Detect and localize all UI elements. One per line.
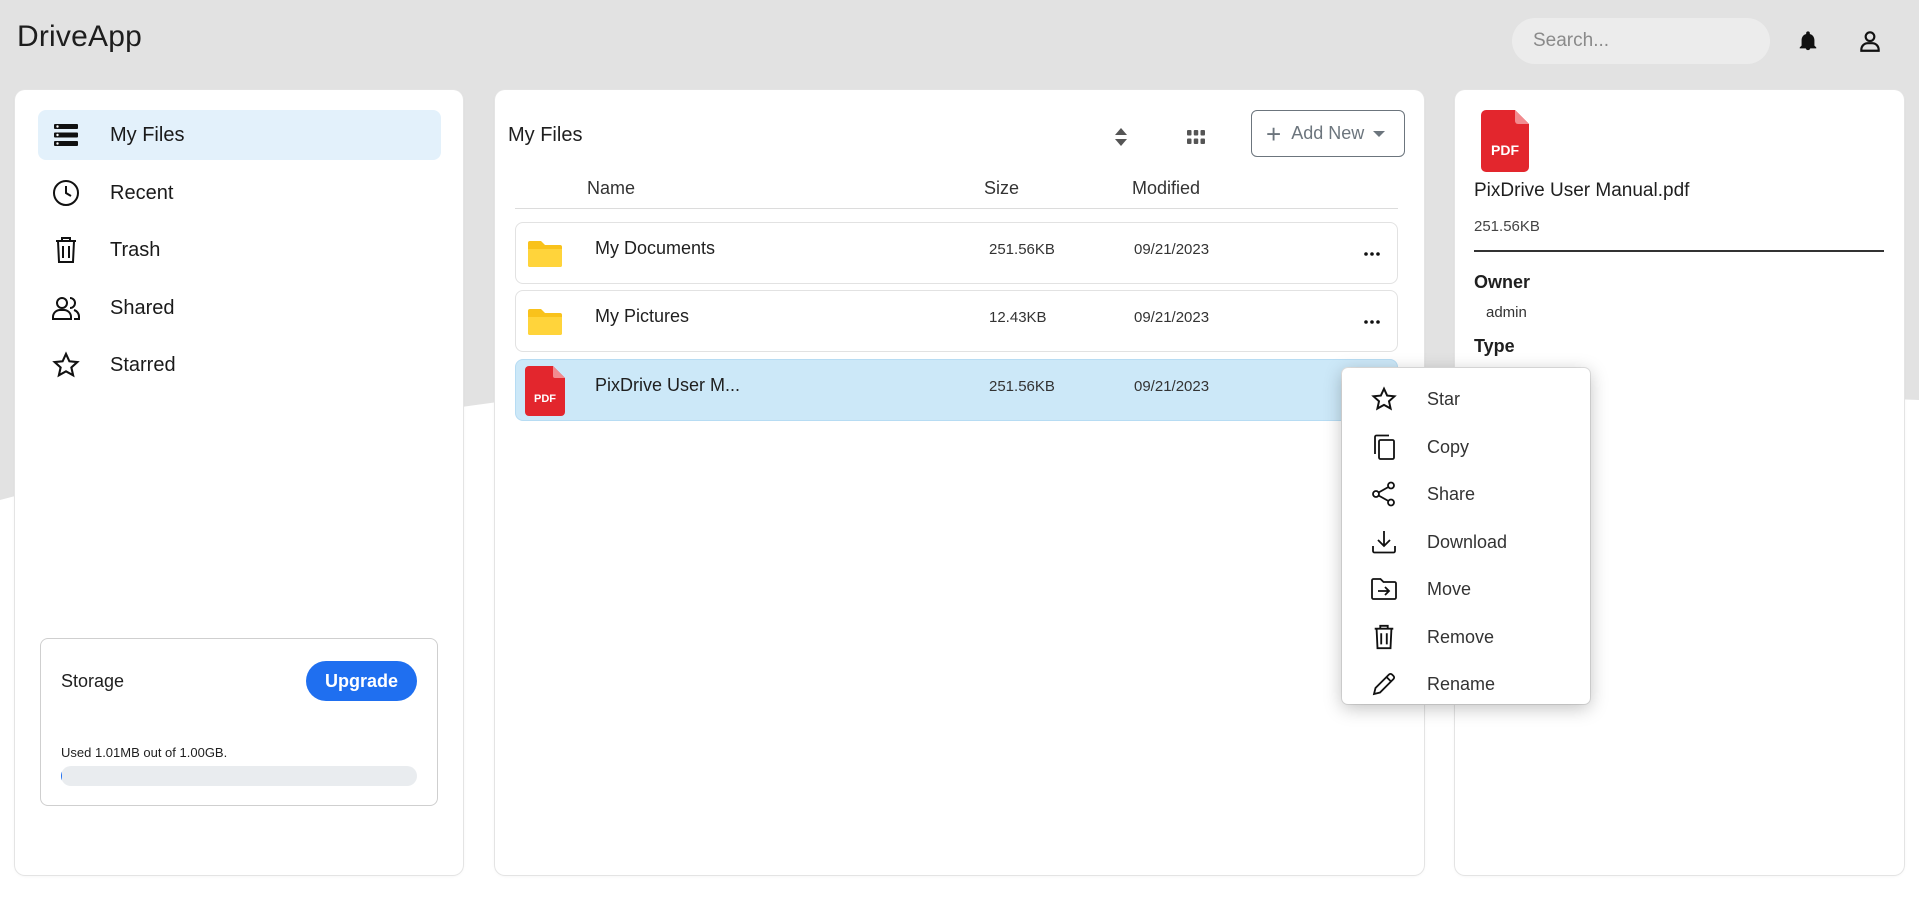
menu-item-star[interactable]: Star: [1342, 377, 1590, 421]
menu-item-label: Remove: [1427, 626, 1495, 647]
add-new-label: Add New: [1291, 123, 1365, 143]
details-file-size: 251.56KB: [1474, 218, 1540, 235]
file-row-my-documents[interactable]: My Documents 251.56KB 09/21/2023: [515, 222, 1398, 284]
page-title: My Files: [508, 124, 583, 146]
top-bar: DriveApp: [0, 0, 1919, 80]
storage-panel: Storage Upgrade Used 1.01MB out of 1.00G…: [40, 638, 438, 806]
user-icon[interactable]: [1855, 26, 1885, 56]
file-modified: 09/21/2023: [1134, 309, 1210, 326]
pdf-file-icon: PDF: [1481, 110, 1529, 177]
file-modified: 09/21/2023: [1134, 378, 1210, 395]
stack-icon: [50, 119, 82, 151]
sidebar-item-label: My Files: [110, 123, 185, 146]
file-row-pixdrive-user-manual[interactable]: PDF PixDrive User M... 251.56KB 09/21/20…: [515, 359, 1398, 421]
sidebar-item-recent[interactable]: Recent: [38, 168, 441, 218]
menu-item-move[interactable]: Move: [1342, 567, 1590, 611]
bell-icon[interactable]: [1793, 26, 1823, 56]
sidebar-item-label: Starred: [110, 353, 176, 376]
menu-item-remove[interactable]: Remove: [1342, 615, 1590, 659]
storage-used-text: Used 1.01MB out of 1.00GB.: [61, 745, 228, 760]
sidebar-item-label: Recent: [110, 181, 174, 204]
owner-label: Owner: [1474, 272, 1531, 292]
copy-icon: [1369, 432, 1399, 462]
file-size: 12.43KB: [989, 309, 1047, 326]
folder-icon: [522, 297, 568, 347]
file-row-my-pictures[interactable]: My Pictures 12.43KB 09/21/2023: [515, 290, 1398, 352]
svg-text:PDF: PDF: [1491, 142, 1519, 158]
caret-down-icon: [1373, 130, 1386, 137]
menu-item-label: Download: [1427, 531, 1508, 552]
file-size: 251.56KB: [989, 241, 1055, 258]
details-divider: [1474, 250, 1884, 252]
menu-item-label: Move: [1427, 578, 1472, 599]
owner-value: admin: [1486, 304, 1527, 321]
sidebar-item-trash[interactable]: Trash: [38, 225, 441, 275]
file-name: My Pictures: [595, 306, 690, 326]
column-header-name[interactable]: Name: [587, 178, 635, 199]
sidebar-item-label: Trash: [110, 238, 161, 261]
download-icon: [1369, 527, 1399, 557]
pencil-icon: [1369, 669, 1399, 699]
details-file-name: PixDrive User Manual.pdf: [1474, 180, 1690, 201]
menu-item-copy[interactable]: Copy: [1342, 425, 1590, 469]
file-name: PixDrive User M...: [595, 375, 741, 395]
add-new-button[interactable]: + Add New: [1251, 110, 1405, 157]
storage-title: Storage: [61, 671, 125, 691]
menu-item-rename[interactable]: Rename: [1342, 662, 1590, 706]
column-header-modified[interactable]: Modified: [1132, 178, 1200, 199]
svg-text:PDF: PDF: [534, 393, 556, 405]
sidebar-item-my-files[interactable]: My Files: [38, 110, 441, 160]
app-logo: DriveApp: [17, 20, 142, 53]
file-modified: 09/21/2023: [1134, 241, 1210, 258]
users-icon: [50, 292, 82, 324]
storage-progress-bar: [61, 766, 417, 786]
sidebar-item-label: Shared: [110, 296, 175, 319]
file-name: My Documents: [595, 238, 716, 258]
menu-item-label: Star: [1427, 388, 1461, 409]
file-size: 251.56KB: [989, 378, 1055, 395]
context-menu: Star Copy Share Download Move Remove Ren…: [1342, 368, 1590, 704]
storage-progress-fill: [61, 766, 63, 786]
pdf-file-icon: PDF: [522, 366, 568, 416]
move-icon: [1369, 574, 1399, 604]
star-icon: [50, 349, 82, 381]
sidebar: My Files Recent Trash Shared Starred Sto…: [15, 90, 463, 875]
menu-item-label: Rename: [1427, 673, 1496, 694]
sidebar-item-shared[interactable]: Shared: [38, 283, 441, 333]
menu-item-label: Copy: [1427, 436, 1470, 457]
sort-icon[interactable]: [1106, 122, 1136, 152]
menu-item-label: Share: [1427, 483, 1476, 504]
trash-icon: [50, 234, 82, 266]
trash-icon: [1369, 622, 1399, 652]
more-options-icon[interactable]: [1358, 309, 1386, 335]
type-label: Type: [1474, 336, 1515, 356]
star-icon: [1369, 384, 1399, 414]
column-header-size[interactable]: Size: [984, 178, 1019, 199]
plus-icon: +: [1266, 118, 1282, 149]
more-options-icon[interactable]: [1358, 241, 1386, 267]
folder-icon: [522, 229, 568, 279]
menu-item-share[interactable]: Share: [1342, 472, 1590, 516]
file-list-panel: My Files + Add New Name Size Modified My…: [495, 90, 1424, 875]
upgrade-button[interactable]: Upgrade: [305, 661, 417, 701]
header-divider: [515, 208, 1398, 209]
clock-icon: [50, 177, 82, 209]
share-icon: [1369, 479, 1399, 509]
grid-view-icon[interactable]: [1181, 122, 1211, 152]
menu-item-download[interactable]: Download: [1342, 520, 1590, 564]
sidebar-item-starred[interactable]: Starred: [38, 340, 441, 390]
search-input[interactable]: [1512, 18, 1770, 64]
